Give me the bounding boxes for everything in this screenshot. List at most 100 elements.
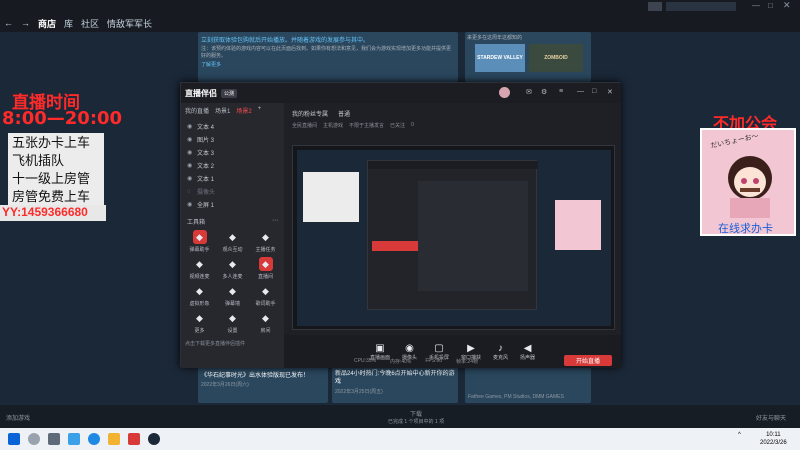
sidebar-footer[interactable]: 点击下载更多直播伴侣插件 bbox=[181, 338, 284, 349]
add-game-button[interactable]: 添加游戏 bbox=[6, 413, 30, 422]
maximize-icon[interactable]: □ bbox=[768, 1, 773, 10]
sticker-caption: 在线求办卡 bbox=[718, 222, 773, 235]
tools-header: 工具箱 ⋯ bbox=[181, 211, 284, 226]
sidebar-tab-scene-2[interactable]: 场景2 bbox=[236, 106, 251, 115]
scene-item[interactable]: ◉ 文本 3 bbox=[181, 146, 284, 159]
more-tools-icon[interactable]: ⋯ bbox=[272, 217, 278, 226]
main-tab-fans[interactable]: 我的粉丝专属 bbox=[292, 109, 328, 118]
forward-icon[interactable]: → bbox=[21, 18, 30, 28]
gear-icon[interactable]: ⚙ bbox=[541, 88, 547, 96]
scene-item-label: 文本 1 bbox=[197, 177, 215, 183]
scene-item[interactable]: ◉ 文本 1 bbox=[181, 172, 284, 185]
main-tab-normal[interactable]: 普通 bbox=[338, 109, 350, 118]
scene-item[interactable]: ◉ 文本 4 bbox=[181, 120, 284, 133]
tool-item[interactable]: ◆ 虚拟形象 bbox=[183, 284, 216, 308]
user-account-button[interactable] bbox=[666, 2, 736, 11]
widgets-icon[interactable] bbox=[68, 433, 80, 445]
tool-item[interactable]: ◆ 设置 bbox=[216, 311, 249, 335]
steam-taskbar-icon[interactable] bbox=[148, 433, 160, 445]
scene-item[interactable]: ◌ 摄像头 bbox=[181, 185, 284, 198]
tool-item[interactable]: ◆ 直播间 bbox=[249, 257, 282, 280]
tool-label: 房间 bbox=[260, 328, 271, 334]
maximize-icon[interactable]: □ bbox=[592, 88, 596, 95]
sidebar-tab-my-live[interactable]: 我的直播 bbox=[185, 106, 209, 115]
notification-icon[interactable] bbox=[648, 2, 662, 11]
tool-item[interactable]: ◆ 多人连麦 bbox=[216, 257, 249, 281]
file-explorer-icon[interactable] bbox=[108, 433, 120, 445]
eye-icon[interactable]: ◉ bbox=[187, 123, 197, 130]
tool-item[interactable]: ◆ 歌词助手 bbox=[249, 284, 282, 308]
nav-tab-community[interactable]: 社区 bbox=[81, 17, 99, 30]
eye-icon[interactable]: ◉ bbox=[187, 136, 197, 143]
more-icon: ◆ bbox=[196, 312, 203, 323]
live-companion-taskbar-icon[interactable] bbox=[128, 433, 140, 445]
task-view-icon[interactable] bbox=[48, 433, 60, 445]
preview-rules bbox=[303, 172, 359, 222]
camera-icon: ◉ bbox=[405, 342, 414, 354]
promo-title: 来更多在这周年这都知的 bbox=[467, 35, 523, 41]
clock[interactable]: 10:11 2022/3/26 bbox=[760, 431, 787, 447]
eye-icon[interactable]: ◉ bbox=[187, 149, 197, 156]
tool-item[interactable]: ◆ 弹幕墙 bbox=[216, 284, 249, 308]
tool-item[interactable]: ◆ 主播任务 bbox=[249, 230, 282, 254]
minimize-icon[interactable]: — bbox=[577, 88, 584, 95]
nav-tab-profile[interactable]: 情敌军军长 bbox=[107, 17, 152, 30]
scene-item-label: 文本 3 bbox=[197, 151, 215, 157]
friends-chat-button[interactable]: 好友与聊天 bbox=[756, 413, 786, 422]
close-icon[interactable]: ✕ bbox=[783, 0, 791, 11]
tool-item[interactable]: ◆ 观众互动 bbox=[216, 230, 249, 254]
wall-icon: ◆ bbox=[229, 285, 236, 296]
status-cpu: CPU:35% bbox=[354, 358, 376, 364]
notice-link[interactable]: 了解更多 bbox=[201, 61, 455, 68]
stream-preview[interactable] bbox=[292, 145, 615, 330]
tool-item[interactable]: ◆ 视频连麦 bbox=[183, 257, 216, 281]
scene-item-label: 文本 2 bbox=[197, 164, 215, 170]
sidebar-tab-scene-1[interactable]: 场景1 bbox=[215, 106, 230, 115]
tool-item[interactable]: ◆ 弹幕助手 bbox=[183, 230, 216, 253]
screen: — □ ✕ ← → 商店 库 社区 情敌军军长 立刻获取体验包购就后开始播放。并… bbox=[0, 0, 800, 450]
close-icon[interactable]: ✕ bbox=[607, 88, 613, 96]
stream-tag[interactable]: 已关注 bbox=[390, 122, 405, 129]
promo-game-1[interactable]: STARDEW VALLEY bbox=[475, 44, 525, 72]
tool-item[interactable]: ◆ 更多 bbox=[183, 311, 216, 335]
scene-item-label: 摄像头 bbox=[197, 190, 216, 196]
avatar[interactable] bbox=[499, 87, 510, 98]
speaker-icon: ◀ bbox=[523, 342, 532, 354]
eye-icon[interactable]: ◉ bbox=[187, 175, 197, 182]
promo-game-2[interactable]: ZOMBOID bbox=[529, 44, 583, 72]
character-drawing bbox=[728, 156, 772, 218]
news-card-1[interactable]: 《华石纪事时光》出水体验版现已发布！ 2022年3月26日(周六) bbox=[198, 367, 328, 403]
scene-item[interactable]: ◉ 图片 3 bbox=[181, 133, 284, 146]
browser-icon[interactable] bbox=[88, 433, 100, 445]
message-icon[interactable]: ✉ bbox=[526, 88, 532, 96]
minimize-icon[interactable]: — bbox=[752, 1, 760, 10]
stream-tag[interactable]: 全民直播间 bbox=[292, 122, 317, 129]
tray-icon[interactable]: ^ bbox=[738, 432, 741, 438]
nav-tab-library[interactable]: 库 bbox=[64, 17, 73, 30]
user-icon: ◆ bbox=[229, 231, 236, 242]
stream-tag[interactable]: 主机游戏 bbox=[323, 122, 343, 129]
add-scene-icon[interactable]: + bbox=[258, 106, 262, 115]
start-live-button[interactable]: 开始直播 bbox=[564, 355, 612, 366]
nav-tab-store[interactable]: 商店 bbox=[38, 17, 56, 30]
windows-start-icon[interactable] bbox=[8, 433, 20, 445]
scene-item[interactable]: ◉ 全屏 1 bbox=[181, 198, 284, 211]
tool-label: 弹幕墙 bbox=[224, 301, 240, 307]
tool-item[interactable]: ◆ 房间 bbox=[249, 311, 282, 335]
eye-icon[interactable]: ◉ bbox=[187, 201, 197, 208]
rules-box: 五张办卡上车 飞机插队 十一级上房管 房管免费上车 bbox=[8, 133, 104, 209]
back-icon[interactable]: ← bbox=[4, 18, 13, 28]
lyrics-icon: ◆ bbox=[262, 285, 269, 296]
search-icon[interactable] bbox=[28, 433, 40, 445]
eye-icon[interactable]: ◉ bbox=[187, 162, 197, 169]
scene-item[interactable]: ◉ 文本 2 bbox=[181, 159, 284, 172]
news-card-2[interactable]: 新品24小时热门:今晚6点开始中心新开你的游戏 2022年3月25日(周五) bbox=[332, 367, 458, 403]
version-badge: 公测 bbox=[221, 88, 238, 98]
stream-tag[interactable]: 不限于主播发言 bbox=[349, 122, 384, 129]
promo-card[interactable]: 来更多在这周年这都知的 STARDEW VALLEY ZOMBOID bbox=[465, 32, 591, 82]
tool-label: 主播任务 bbox=[255, 247, 276, 253]
downloads-button[interactable]: 下载 已完成 1 个项目中的 1 项 bbox=[388, 409, 444, 425]
eye-icon[interactable]: ◌ bbox=[187, 189, 197, 195]
preview-desktop bbox=[297, 150, 611, 326]
menu-icon[interactable]: ≡ bbox=[559, 88, 563, 95]
